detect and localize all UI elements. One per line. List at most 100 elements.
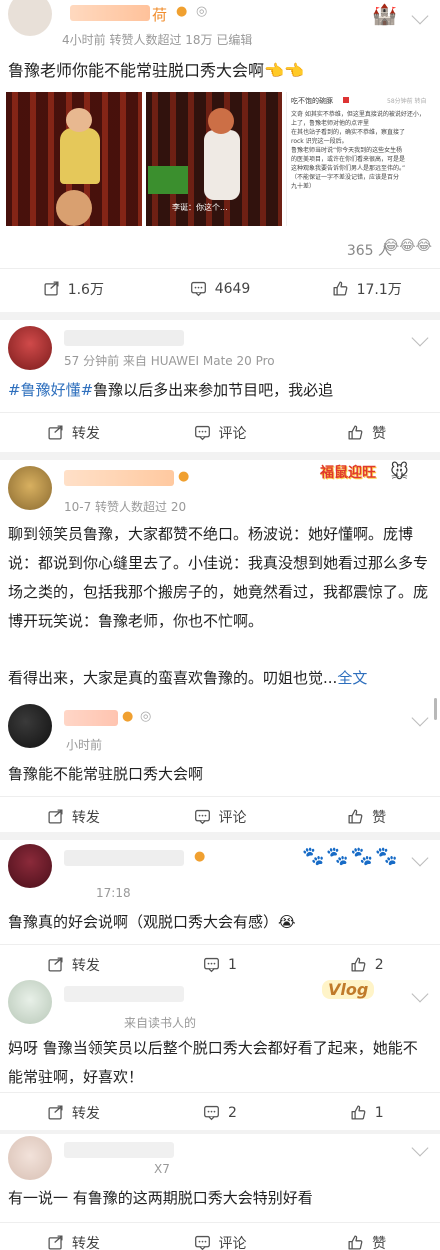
commenter-name-blur[interactable] — [64, 850, 184, 866]
hashtag-link[interactable]: #鲁豫好懂# — [8, 381, 93, 399]
comment-icon — [194, 1234, 211, 1250]
image-3-icon — [343, 97, 349, 103]
chevron-down-icon[interactable] — [411, 329, 429, 347]
commenter-avatar[interactable] — [8, 980, 52, 1024]
repost-button[interactable]: 转发 — [0, 797, 147, 832]
like-icon — [350, 1104, 367, 1121]
like-button[interactable]: 赞 — [293, 413, 440, 452]
comment-card: Vlog 来自读书人的 妈呀 鲁豫当领笑员以后整个脱口秀大会都好看了起来，她能不… — [0, 978, 440, 1130]
scrollbar-thumb[interactable] — [434, 698, 437, 720]
comment-button[interactable]: 评论 — [147, 413, 294, 452]
author-avatar[interactable] — [8, 0, 52, 36]
comment-meta: 17:18 — [96, 886, 131, 900]
repost-icon — [47, 1234, 64, 1250]
comment-text: 聊到领笑员鲁豫，大家都赞不绝口。杨波说：她好懂啊。庞博说：都说到你心缝里去了。小… — [8, 525, 429, 630]
repost-button[interactable]: 转发 — [0, 413, 147, 452]
commenter-avatar[interactable] — [8, 844, 52, 888]
like-button[interactable]: 赞 — [293, 797, 440, 832]
like-summary-emojis: 😂😂😂 — [382, 238, 432, 254]
comment-action-bar: 转发 2 1 — [0, 1092, 440, 1130]
commenter-avatar[interactable] — [8, 466, 52, 510]
image-3-sub: 58分钟前 转自 — [387, 98, 427, 105]
post-image-3[interactable]: 吃不饱的碗豚 58分钟前 转自 文奇 如其实不恭维，但这里真接说的被说好还小， … — [286, 92, 440, 226]
castle-decoration-icon: 🏰 — [372, 2, 397, 26]
paws-decoration-icon: 🐾🐾🐾🐾 — [302, 846, 400, 867]
post-image-2[interactable]: 李诞：你这个... — [146, 92, 282, 226]
post-action-bar: 1.6万 4649 17.1万 — [0, 268, 440, 308]
comment-text: #鲁豫好懂#鲁豫以后多出来参加节目吧，我必追 — [8, 381, 334, 399]
repost-icon — [47, 424, 64, 441]
comment-button[interactable]: 1 — [147, 945, 294, 980]
repost-icon — [47, 808, 64, 825]
level-badge-icon: ◎ — [140, 709, 152, 724]
chevron-down-icon[interactable] — [411, 7, 429, 25]
comment-button[interactable]: 评论 — [147, 1223, 294, 1250]
comment-card: ● 🐾🐾🐾🐾 17:18 鲁豫真的好会说啊（观脱口秀大会有感）😭 转发 1 2 — [0, 840, 440, 980]
vlog-badge: Vlog — [322, 980, 375, 999]
comment-action-bar: 转发 评论 赞 — [0, 796, 440, 832]
separator — [0, 452, 440, 460]
chevron-down-icon[interactable] — [411, 709, 429, 727]
commenter-avatar[interactable] — [8, 1136, 52, 1180]
comment-text: 鲁豫能不能常驻脱口秀大会啊 — [8, 765, 204, 783]
mouse-decoration-icon: 🐭 — [390, 462, 409, 483]
comment-text: 有一说一 有鲁豫的这两期脱口秀大会特别好看 — [8, 1189, 313, 1207]
crying-emoji: 😭 — [278, 913, 296, 931]
image-3-title: 吃不饱的碗豚 — [291, 97, 333, 105]
chevron-down-icon[interactable] — [411, 985, 429, 1003]
like-button[interactable]: 赞 — [293, 1223, 440, 1250]
like-icon — [332, 280, 349, 297]
comment-button[interactable]: 2 — [147, 1093, 294, 1130]
vip-badge-icon: ● — [176, 4, 188, 19]
separator — [0, 832, 440, 840]
like-button[interactable]: 2 — [293, 945, 440, 980]
comment-icon — [190, 280, 207, 297]
fan-badge: 福鼠迎旺 — [320, 465, 376, 481]
comment-card: X7 有一说一 有鲁豫的这两期脱口秀大会特别好看 转发 评论 赞 — [0, 1134, 440, 1250]
like-button[interactable]: 17.1万 — [293, 269, 440, 308]
commenter-avatar[interactable] — [8, 704, 52, 748]
comment-card: ● 福鼠迎旺 🐭 10-7 转赞人数超过 20 聊到领笑员鲁豫，大家都赞不绝口。… — [0, 460, 440, 700]
post-text: 鲁豫老师你能不能常驻脱口秀大会啊👈👈 — [8, 61, 304, 80]
comment-meta: 小时前 — [66, 738, 103, 752]
main-post: 荷 ● ◎ 🏰 4小时前 转赞人数超过 18万 已编辑 鲁豫老师你能不能常驻脱口… — [0, 0, 440, 312]
comment-button[interactable]: 评论 — [147, 797, 294, 832]
post-meta: 4小时前 转赞人数超过 18万 已编辑 — [62, 33, 253, 47]
image-2-caption: 李诞：你这个... — [172, 203, 228, 212]
level-badge-icon: ◎ — [196, 4, 208, 19]
repost-icon — [43, 280, 60, 297]
author-name-blur[interactable] — [70, 5, 150, 21]
like-icon — [347, 424, 364, 441]
full-text-link[interactable]: 全文 — [337, 669, 367, 687]
commenter-avatar[interactable] — [8, 326, 52, 370]
comment-icon — [203, 956, 220, 973]
pointing-emoji: 👈👈 — [264, 61, 304, 80]
comment-action-bar: 转发 评论 赞 — [0, 412, 440, 452]
commenter-name-blur[interactable] — [64, 470, 174, 486]
chevron-down-icon[interactable] — [411, 849, 429, 867]
chevron-down-icon[interactable] — [411, 1139, 429, 1157]
repost-button[interactable]: 转发 — [0, 1223, 147, 1250]
commenter-name-blur[interactable] — [64, 986, 184, 1002]
post-image-1[interactable] — [6, 92, 142, 226]
separator — [0, 312, 440, 320]
comment-card: 57 分钟前 来自 HUAWEI Mate 20 Pro #鲁豫好懂#鲁豫以后多… — [0, 320, 440, 452]
like-button[interactable]: 1 — [293, 1093, 440, 1130]
repost-button[interactable]: 转发 — [0, 1093, 147, 1130]
like-icon — [350, 956, 367, 973]
vip-badge-icon: ● — [194, 849, 206, 864]
commenter-name-blur[interactable] — [64, 710, 118, 726]
repost-icon — [47, 956, 64, 973]
comment-card: ● ◎ 小时前 鲁豫能不能常驻脱口秀大会啊 转发 评论 赞 — [0, 700, 440, 832]
repost-button[interactable]: 1.6万 — [0, 269, 147, 308]
commenter-name-blur[interactable] — [64, 330, 184, 346]
author-name[interactable]: 荷 — [152, 4, 167, 25]
commenter-name-blur[interactable] — [64, 1142, 174, 1158]
comment-icon — [194, 424, 211, 441]
comment-meta: 57 分钟前 来自 HUAWEI Mate 20 Pro — [64, 354, 275, 368]
comment-action-bar: 转发 1 2 — [0, 944, 440, 980]
repost-button[interactable]: 转发 — [0, 945, 147, 980]
comment-icon — [194, 808, 211, 825]
comment-button[interactable]: 4649 — [147, 269, 294, 308]
comment-action-bar: 转发 评论 赞 — [0, 1222, 440, 1250]
